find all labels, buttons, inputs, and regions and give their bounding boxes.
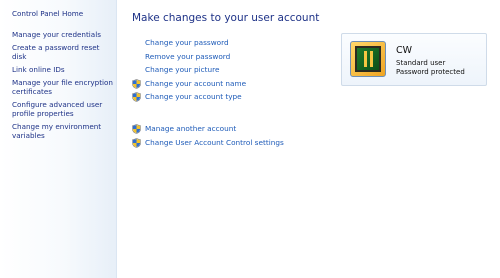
sidebar-link-password-reset-disk[interactable]: Create a password reset disk [12, 43, 113, 61]
shield-icon [132, 91, 145, 102]
shield-icon [132, 137, 145, 148]
sidebar-task-list: Manage your credentials Create a passwor… [12, 30, 113, 144]
left-sidebar: Control Panel Home Manage your credentia… [0, 0, 117, 278]
task-change-account-type[interactable]: Change your account type [132, 91, 242, 102]
task-remove-password[interactable]: Remove your password [132, 51, 230, 62]
sidebar-link-online-ids[interactable]: Link online IDs [12, 65, 113, 74]
task-change-picture[interactable]: Change your picture [132, 64, 219, 75]
account-type: Standard user [396, 59, 446, 67]
user-picture-icon [355, 46, 381, 72]
task-label[interactable]: Remove your password [145, 52, 230, 61]
shield-icon [132, 78, 145, 89]
task-label[interactable]: Change your password [145, 38, 229, 47]
task-label[interactable]: Change your account name [145, 79, 246, 88]
control-panel-home-link[interactable]: Control Panel Home [12, 9, 83, 18]
task-label[interactable]: Change your picture [145, 65, 219, 74]
task-label[interactable]: Manage another account [145, 124, 236, 133]
task-change-password[interactable]: Change your password [132, 37, 229, 48]
task-change-uac-settings[interactable]: Change User Account Control settings [132, 137, 284, 148]
sidebar-link-environment-variables[interactable]: Change my environment variables [12, 122, 113, 140]
sidebar-link-encryption-certificates[interactable]: Manage your file encryption certificates [12, 78, 113, 96]
task-label[interactable]: Change your account type [145, 92, 242, 101]
task-manage-another-account[interactable]: Manage another account [132, 123, 236, 134]
task-label[interactable]: Change User Account Control settings [145, 138, 284, 147]
page-title: Make changes to your user account [132, 12, 320, 24]
sidebar-link-manage-credentials[interactable]: Manage your credentials [12, 30, 113, 39]
task-change-account-name[interactable]: Change your account name [132, 78, 246, 89]
user-account-card: CW Standard user Password protected [341, 33, 487, 86]
shield-icon [132, 123, 145, 134]
account-name: CW [396, 45, 413, 56]
sidebar-link-advanced-profile[interactable]: Configure advanced user profile properti… [12, 100, 113, 118]
account-password-status: Password protected [396, 68, 465, 76]
avatar[interactable] [350, 41, 386, 77]
